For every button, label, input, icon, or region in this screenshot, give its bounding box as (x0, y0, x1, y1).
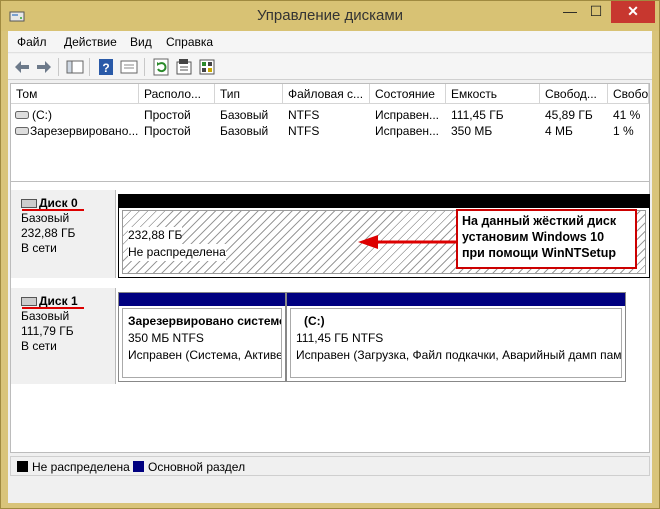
disk-1-status: В сети (21, 339, 57, 353)
system-reserved-partition[interactable]: Зарезервировано системой 350 МБ NTFS Исп… (118, 292, 286, 382)
table-cell: Исправен... (375, 108, 440, 122)
svg-text:?: ? (102, 61, 109, 75)
column-header-layout[interactable]: Располо... (139, 84, 215, 104)
help-icon[interactable]: ? (96, 57, 116, 77)
column-header-status[interactable]: Состояние (370, 84, 446, 104)
toolbar-separator (144, 58, 145, 76)
hard-disk-icon (21, 199, 37, 209)
menu-help[interactable]: Справка (166, 35, 213, 49)
legend-item-unallocated: Не распределена (17, 460, 130, 474)
disk-1-name: Диск 1 (39, 294, 78, 308)
table-cell: 4 МБ (545, 124, 573, 138)
partition-header-bar (119, 195, 649, 208)
menu-file[interactable]: Файл (17, 35, 47, 49)
console-tree-icon[interactable] (65, 57, 85, 77)
close-button[interactable]: ✕ (611, 1, 655, 23)
disk-1-label[interactable]: Диск 1 Базовый 111,79 ГБ В сети (11, 288, 116, 384)
partition-size: 232,88 ГБ (128, 227, 183, 244)
legend-label: Не распределена (32, 460, 130, 474)
table-cell: 350 МБ (451, 124, 493, 138)
table-cell: Базовый (220, 108, 269, 122)
legend-label: Основной раздел (148, 460, 246, 474)
column-header-free-space[interactable]: Свобод... (540, 84, 608, 104)
hard-disk-icon (21, 297, 37, 307)
table-cell: 111,45 ГБ (451, 108, 504, 122)
table-cell: Зарезервировано... (30, 124, 139, 138)
table-cell: Базовый (220, 124, 269, 138)
table-cell: 45,89 ГБ (545, 108, 593, 122)
toolbar: ? (8, 54, 652, 80)
partition-title: (C:) (304, 314, 325, 328)
column-header-capacity[interactable]: Емкость (446, 84, 540, 104)
table-cell: Исправен... (375, 124, 440, 138)
menu-view[interactable]: Вид (130, 35, 152, 49)
title-bar[interactable]: Управление дисками — ☐ ✕ (1, 1, 659, 31)
disk-1-type: Базовый (21, 309, 70, 323)
disk-management-window: Управление дисками — ☐ ✕ Файл Действие В… (0, 0, 660, 509)
column-header-type[interactable]: Тип (215, 84, 283, 104)
partition-header-bar (119, 293, 285, 306)
disk-0-name: Диск 0 (39, 196, 78, 210)
disk-0-label[interactable]: Диск 0 Базовый 232,88 ГБ В сети (11, 190, 116, 278)
partition-title: Зарезервировано системой (128, 314, 282, 328)
red-arrow-annotation (358, 235, 462, 249)
callout-line: установим Windows 10 (462, 230, 605, 244)
callout-line: при помощи WinNTSetup (462, 246, 616, 260)
column-header-file-system[interactable]: Файловая с... (283, 84, 370, 104)
disk-0-status: В сети (21, 241, 57, 255)
column-header-percent-free[interactable]: Свобо... (608, 84, 649, 104)
column-header-volume[interactable]: Том (11, 84, 139, 104)
disk-1-size: 111,79 ГБ (21, 324, 74, 338)
table-cell: NTFS (288, 124, 320, 138)
legend-item-primary: Основной раздел (133, 460, 245, 474)
disk-0-type: Базовый (21, 211, 70, 225)
table-cell: 41 % (613, 108, 641, 122)
red-underline-annotation (22, 307, 84, 309)
partition-status: Исправен (Загрузка, Файл подкачки, Авари… (296, 348, 622, 362)
menu-bar: Файл Действие Вид Справка (8, 31, 652, 53)
partition-size: 111,45 ГБ NTFS (296, 331, 384, 345)
partition-status: Не распределена (128, 244, 226, 261)
legend-bar: Не распределена Основной раздел (10, 456, 650, 476)
legend-swatch (133, 461, 144, 472)
minimize-button[interactable]: — (557, 1, 583, 23)
annotation-callout: На данный жёсткий диск установим Windows… (456, 209, 637, 269)
properties-icon[interactable] (174, 57, 194, 77)
table-cell: (C:) (32, 108, 52, 122)
table-cell: Простой (144, 108, 191, 122)
toolbar-separator (58, 58, 59, 76)
callout-line: На данный жёсткий диск (462, 214, 617, 228)
system-reserved-partition-body: Зарезервировано системой 350 МБ NTFS Исп… (122, 308, 282, 378)
properties-list-icon[interactable] (119, 57, 139, 77)
c-drive-partition[interactable]: (C:) 111,45 ГБ NTFS Исправен (Загрузка, … (286, 292, 626, 382)
partition-size: 350 МБ NTFS (128, 331, 204, 345)
legend-swatch (17, 461, 28, 472)
table-cell: NTFS (288, 108, 320, 122)
table-cell: Простой (144, 124, 191, 138)
disk-0-size: 232,88 ГБ (21, 226, 76, 240)
partition-status: Исправен (Система, Активен, Основной раз… (128, 348, 282, 362)
c-drive-partition-body: (C:) 111,45 ГБ NTFS Исправен (Загрузка, … (290, 308, 622, 378)
red-underline-annotation (22, 209, 84, 211)
refresh-icon[interactable] (151, 57, 171, 77)
toolbar-separator (89, 58, 90, 76)
table-cell: 1 % (613, 124, 634, 138)
back-icon[interactable] (12, 57, 32, 77)
partition-header-bar (287, 293, 625, 306)
show-hide-icon[interactable] (197, 57, 217, 77)
menu-action[interactable]: Действие (64, 35, 117, 49)
maximize-button[interactable]: ☐ (583, 1, 609, 23)
forward-icon[interactable] (34, 57, 54, 77)
